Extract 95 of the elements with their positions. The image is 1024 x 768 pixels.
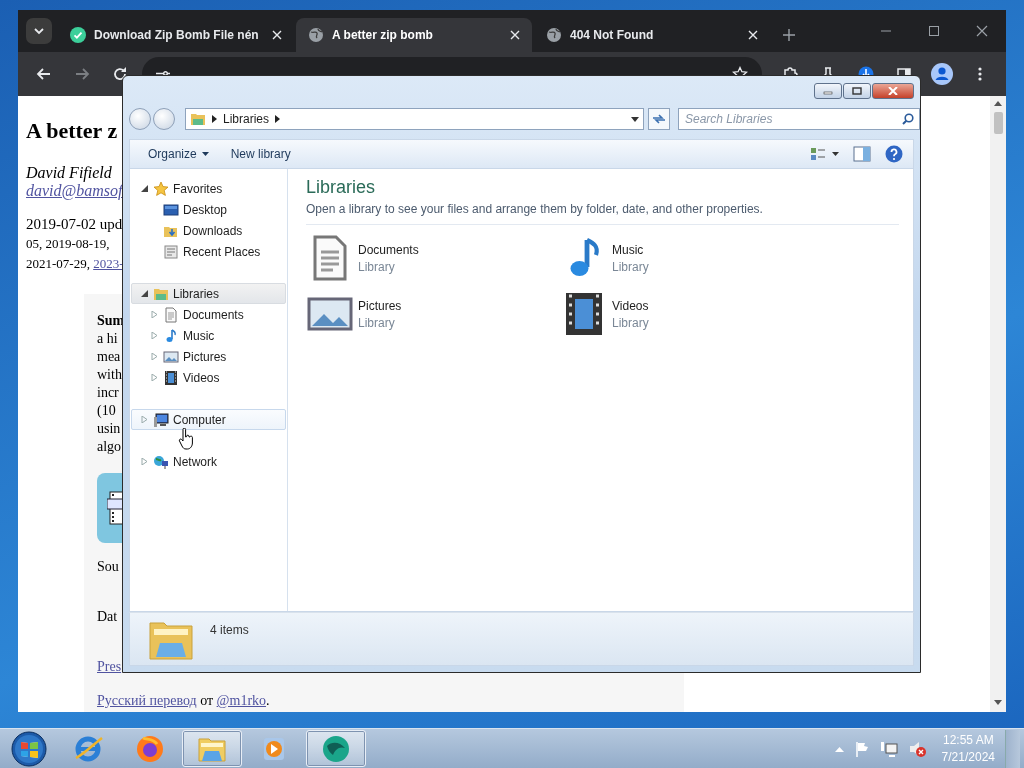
- nav-item[interactable]: Music: [131, 325, 286, 346]
- tab-search-button[interactable]: [26, 18, 52, 44]
- nav-item[interactable]: Downloads: [131, 220, 286, 241]
- browser-tab[interactable]: A better zip bomb: [296, 18, 532, 52]
- music-note-icon: [163, 327, 179, 344]
- summary-text: incr: [97, 384, 119, 402]
- clock-date: 7/21/2024: [941, 748, 995, 766]
- minimize-button[interactable]: [814, 83, 842, 99]
- profile-icon[interactable]: [931, 63, 953, 85]
- date-link[interactable]: 2023-: [93, 256, 124, 271]
- network-icon[interactable]: [879, 740, 898, 757]
- refresh-button[interactable]: [648, 108, 670, 130]
- close-button[interactable]: [872, 83, 914, 99]
- scroll-down-icon[interactable]: [994, 700, 1002, 706]
- taskbar-button[interactable]: [182, 730, 242, 767]
- check-circle-icon: [70, 27, 86, 43]
- toolbar-button[interactable]: New library: [222, 144, 299, 164]
- close-icon: [888, 87, 898, 95]
- organize-menu[interactable]: Organize: [140, 144, 217, 164]
- picture-icon: [163, 348, 179, 365]
- nav-item[interactable]: Pictures: [131, 346, 286, 367]
- nav-item[interactable]: Computer: [131, 409, 286, 430]
- star-icon: [153, 180, 169, 197]
- browser-tab[interactable]: 404 Not Found: [534, 18, 770, 52]
- nav-item[interactable]: Recent Places: [131, 241, 286, 262]
- plus-icon[interactable]: [782, 28, 796, 42]
- library-item[interactable]: Pictures Library: [306, 286, 560, 342]
- article-title: A better z: [26, 118, 118, 144]
- help-icon[interactable]: [885, 145, 903, 163]
- scroll-up-icon[interactable]: [994, 100, 1002, 106]
- date-line: 05, 2019-08-19,: [26, 235, 110, 253]
- nav-item[interactable]: Libraries: [131, 283, 286, 304]
- library-folder-icon: [190, 111, 206, 127]
- close-icon[interactable]: [976, 25, 988, 37]
- globe-icon: [308, 27, 324, 43]
- summary-text: usin: [97, 420, 121, 438]
- summary-text: a hi: [97, 330, 118, 348]
- restore-icon: [852, 87, 862, 95]
- summary-text: with: [97, 366, 122, 384]
- windows-orb-icon: [11, 730, 47, 767]
- browser-tab[interactable]: Download Zip Bomb File nén: [58, 18, 294, 52]
- scrollbar-thumb[interactable]: [993, 112, 1003, 134]
- date-line: 2021-07-29, 2023-: [26, 255, 124, 273]
- view-options-icon[interactable]: [810, 146, 826, 162]
- summary-text: algo: [97, 438, 122, 456]
- nav-item[interactable]: Desktop: [131, 199, 286, 220]
- paragraph-text: Sou: [97, 558, 119, 576]
- nav-item[interactable]: Network: [131, 451, 286, 472]
- expand-arrow-icon[interactable]: [141, 185, 148, 192]
- section-description: Open a library to see your files and arrange them by folder, date, and other properties.: [306, 202, 899, 225]
- summary-text: (10: [97, 402, 116, 420]
- hand-cursor-icon: [178, 428, 194, 450]
- film-icon: [163, 369, 179, 386]
- paragraph-text: Dat: [97, 608, 118, 626]
- nav-item[interactable]: Videos: [131, 367, 286, 388]
- address-bar[interactable]: Libraries: [185, 108, 644, 130]
- item-count: 4 items: [210, 623, 249, 637]
- caret-icon[interactable]: [832, 152, 839, 156]
- nav-item[interactable]: Documents: [131, 304, 286, 325]
- fox-globe-icon: [135, 733, 165, 764]
- section-heading: Libraries: [306, 177, 377, 198]
- author-name: David Fifield: [26, 164, 112, 182]
- translation-note: Русский перевод от @m1rko.: [97, 693, 270, 709]
- summary-text: mea: [97, 348, 121, 366]
- expand-arrow-icon[interactable]: [141, 290, 148, 297]
- speaker-muted-icon[interactable]: [907, 739, 926, 758]
- recent-places-icon: [163, 243, 179, 260]
- taskbar-button[interactable]: [306, 730, 366, 767]
- presentation-link[interactable]: Pres: [97, 659, 122, 674]
- clock-time: 12:55 AM: [941, 731, 995, 749]
- refresh-arrows-icon: [652, 113, 666, 125]
- globe-icon: [546, 27, 562, 43]
- back-arrow-icon[interactable]: [36, 66, 52, 82]
- caret-icon[interactable]: [631, 116, 639, 122]
- search-field[interactable]: Search Libraries: [678, 108, 920, 130]
- document-icon: [163, 306, 179, 323]
- date-line: 2019-07-02 upd: [26, 215, 123, 234]
- chevron-down-icon: [33, 25, 45, 37]
- library-item[interactable]: Music Library: [560, 230, 814, 286]
- chevron-right-icon: [212, 115, 217, 123]
- caret-icon: [201, 152, 209, 156]
- nav-item[interactable]: Favorites: [131, 178, 286, 199]
- translation-link[interactable]: Русский перевод: [97, 693, 197, 708]
- library-item[interactable]: Documents Library: [306, 230, 560, 286]
- maximize-icon[interactable]: [928, 25, 940, 37]
- sphere-icon: [321, 733, 351, 764]
- forward-arrow-icon[interactable]: [74, 66, 90, 82]
- library-item[interactable]: Videos Library: [560, 286, 814, 342]
- chevron-right-icon: [275, 115, 281, 123]
- reload-icon[interactable]: [112, 66, 128, 82]
- desktop-icon: [163, 201, 179, 218]
- maximize-button[interactable]: [843, 83, 871, 99]
- email-link[interactable]: david@bamsof: [26, 182, 123, 199]
- computer-icon: [153, 411, 169, 428]
- network-icon: [153, 453, 169, 470]
